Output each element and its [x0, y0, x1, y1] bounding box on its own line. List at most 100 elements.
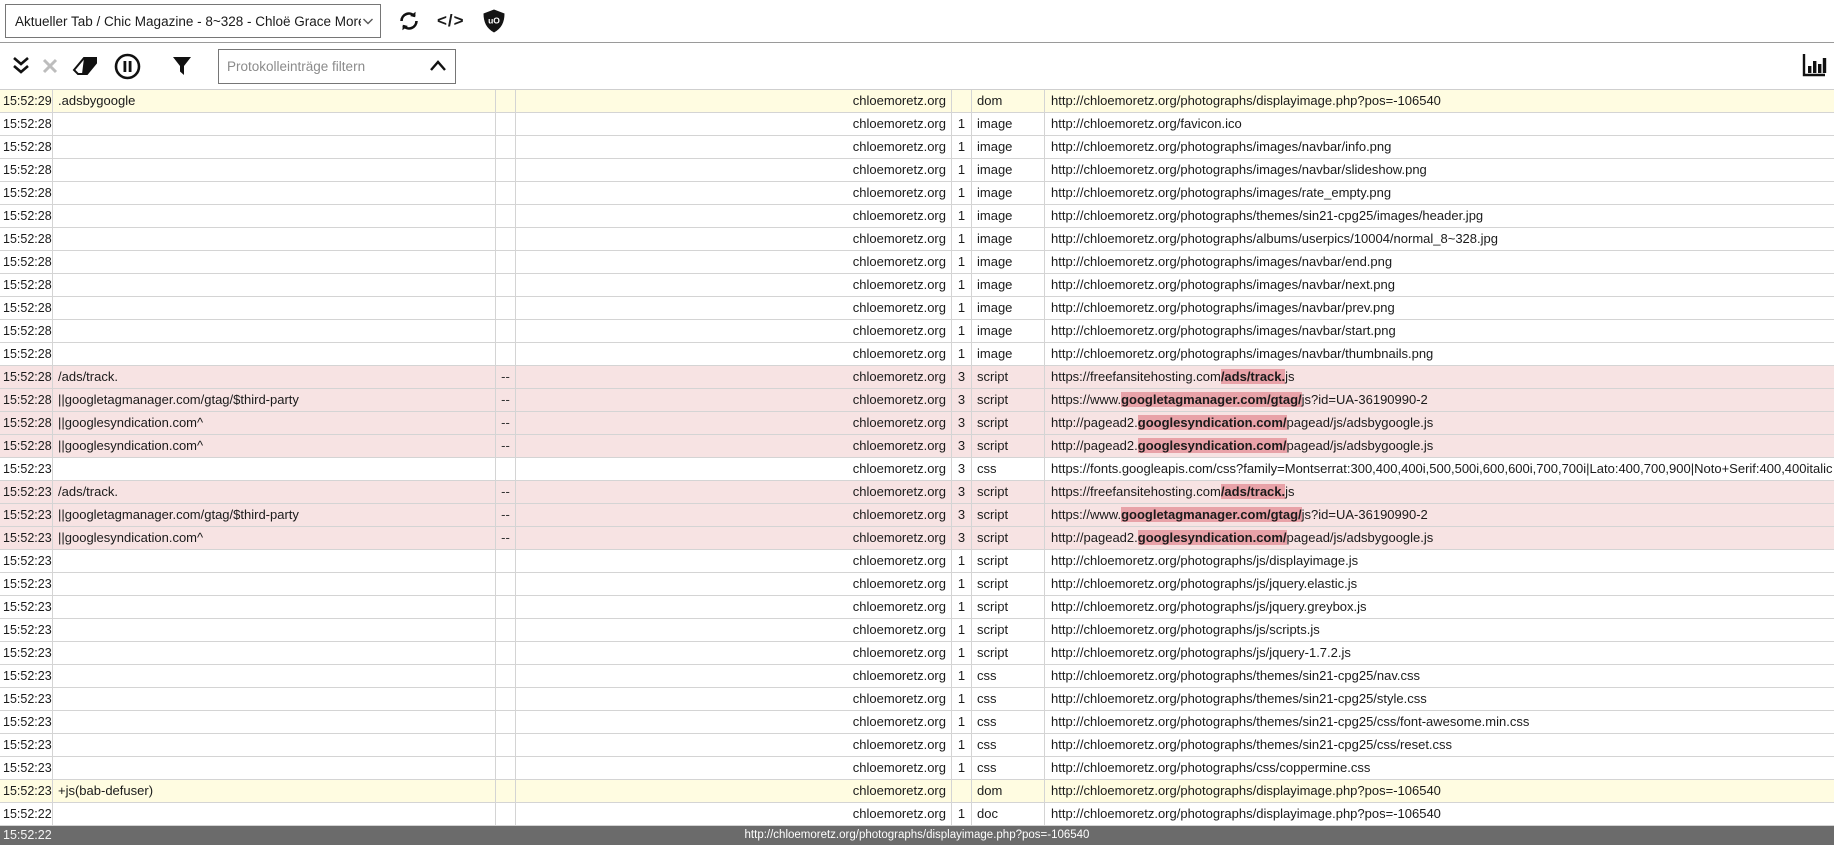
log-row[interactable]: 15:52:28chloemoretz.org1imagehttp://chlo… — [0, 182, 1834, 205]
log-row[interactable]: 15:52:22chloemoretz.org1dochttp://chloem… — [0, 803, 1834, 826]
log-row[interactable]: 15:52:28chloemoretz.org1imagehttp://chlo… — [0, 251, 1834, 274]
log-row[interactable]: 15:52:28||googletagmanager.com/gtag/$thi… — [0, 389, 1834, 412]
cell-dash — [496, 573, 516, 595]
cell-count: 1 — [952, 274, 972, 296]
cell-filter — [53, 619, 496, 641]
cell-time: 15:52:28 — [0, 113, 53, 135]
cell-count: 3 — [952, 458, 972, 480]
cell-domain: chloemoretz.org — [516, 688, 952, 710]
clear-log-icon[interactable] — [35, 57, 65, 75]
code-icon[interactable]: </> — [437, 11, 465, 31]
log-row[interactable]: 15:52:28||googlesyndication.com^--chloem… — [0, 412, 1834, 435]
log-filter-input[interactable] — [219, 59, 421, 74]
cell-url: http://chloemoretz.org/photographs/js/di… — [1045, 550, 1834, 572]
log-row[interactable]: 15:52:28chloemoretz.org1imagehttp://chlo… — [0, 343, 1834, 366]
cell-url: http://chloemoretz.org/photographs/theme… — [1045, 734, 1834, 756]
ublock-shield-icon[interactable]: uO — [481, 8, 507, 34]
cell-url: http://chloemoretz.org/photographs/js/jq… — [1045, 596, 1834, 618]
eraser-icon[interactable] — [65, 54, 105, 78]
log-row[interactable]: 15:52:23chloemoretz.org3csshttps://fonts… — [0, 458, 1834, 481]
cell-domain: chloemoretz.org — [516, 90, 952, 112]
page-load-bar[interactable]: 15:52:22 http://chloemoretz.org/photogra… — [0, 826, 1834, 845]
cell-domain: chloemoretz.org — [516, 573, 952, 595]
cell-time: 15:52:23 — [0, 458, 53, 480]
cell-type: image — [972, 320, 1045, 342]
cell-filter: ||googletagmanager.com/gtag/$third-party — [53, 389, 496, 411]
cell-count: 1 — [952, 711, 972, 733]
chevron-down-icon — [361, 14, 375, 28]
cell-count — [952, 780, 972, 802]
cell-filter: +js(bab-defuser) — [53, 780, 496, 802]
log-row[interactable]: 15:52:23chloemoretz.org1scripthttp://chl… — [0, 596, 1834, 619]
cell-count: 1 — [952, 159, 972, 181]
cell-type: doc — [972, 803, 1045, 825]
cell-url: https://freefansitehosting.com/ads/track… — [1045, 481, 1834, 503]
cell-time: 15:52:28 — [0, 274, 53, 296]
cell-count: 1 — [952, 596, 972, 618]
cell-type: image — [972, 228, 1045, 250]
cell-count: 1 — [952, 343, 972, 365]
log-row[interactable]: 15:52:23chloemoretz.org1csshttp://chloem… — [0, 734, 1834, 757]
cell-domain: chloemoretz.org — [516, 343, 952, 365]
log-row[interactable]: 15:52:28chloemoretz.org1imagehttp://chlo… — [0, 113, 1834, 136]
log-row[interactable]: 15:52:28chloemoretz.org1imagehttp://chlo… — [0, 297, 1834, 320]
cell-time: 15:52:28 — [0, 366, 53, 388]
cell-count: 3 — [952, 527, 972, 549]
log-row[interactable]: 15:52:28||googlesyndication.com^--chloem… — [0, 435, 1834, 458]
log-row[interactable]: 15:52:28/ads/track.--chloemoretz.org3scr… — [0, 366, 1834, 389]
cell-url: http://chloemoretz.org/photographs/image… — [1045, 297, 1834, 319]
log-row[interactable]: 15:52:28chloemoretz.org1imagehttp://chlo… — [0, 205, 1834, 228]
log-row[interactable]: 15:52:23||googlesyndication.com^--chloem… — [0, 527, 1834, 550]
cell-type: css — [972, 711, 1045, 733]
cell-dash — [496, 711, 516, 733]
cell-domain: chloemoretz.org — [516, 665, 952, 687]
cell-dash — [496, 113, 516, 135]
log-row[interactable]: 15:52:28chloemoretz.org1imagehttp://chlo… — [0, 159, 1834, 182]
log-row[interactable]: 15:52:23chloemoretz.org1csshttp://chloem… — [0, 711, 1834, 734]
cell-filter: .adsbygoogle — [53, 90, 496, 112]
log-row[interactable]: 15:52:29.adsbygooglechloemoretz.orgdomht… — [0, 90, 1834, 113]
cell-dash: -- — [496, 435, 516, 457]
caret-up-icon[interactable] — [421, 59, 455, 73]
cell-url: http://chloemoretz.org/photographs/js/sc… — [1045, 619, 1834, 641]
cell-count: 1 — [952, 573, 972, 595]
cell-time: 15:52:28 — [0, 435, 53, 457]
log-row[interactable]: 15:52:23chloemoretz.org1scripthttp://chl… — [0, 550, 1834, 573]
refresh-icon[interactable] — [397, 9, 421, 33]
collapse-all-icon[interactable] — [7, 55, 35, 77]
log-row[interactable]: 15:52:23chloemoretz.org1scripthttp://chl… — [0, 573, 1834, 596]
cell-dash: -- — [496, 412, 516, 434]
log-row[interactable]: 15:52:23+js(bab-defuser)chloemoretz.orgd… — [0, 780, 1834, 803]
log-row[interactable]: 15:52:28chloemoretz.org1imagehttp://chlo… — [0, 274, 1834, 297]
cell-count: 1 — [952, 642, 972, 664]
log-row[interactable]: 15:52:23chloemoretz.org1scripthttp://chl… — [0, 619, 1834, 642]
cell-url: https://www.googletagmanager.com/gtag/js… — [1045, 389, 1834, 411]
log-row[interactable]: 15:52:23/ads/track.--chloemoretz.org3scr… — [0, 481, 1834, 504]
cell-domain: chloemoretz.org — [516, 159, 952, 181]
cell-domain: chloemoretz.org — [516, 412, 952, 434]
log-row[interactable]: 15:52:23||googletagmanager.com/gtag/$thi… — [0, 504, 1834, 527]
cell-type: image — [972, 182, 1045, 204]
log-row[interactable]: 15:52:23chloemoretz.org1csshttp://chloem… — [0, 665, 1834, 688]
cell-time: 15:52:23 — [0, 504, 53, 526]
log-row[interactable]: 15:52:28chloemoretz.org1imagehttp://chlo… — [0, 228, 1834, 251]
cell-dash — [496, 619, 516, 641]
tab-selector-dropdown[interactable]: Aktueller Tab / Chic Magazine - 8~328 - … — [5, 4, 381, 38]
pause-icon[interactable] — [105, 53, 149, 80]
cell-type: script — [972, 366, 1045, 388]
filter-funnel-icon[interactable] — [165, 55, 199, 77]
cell-count: 1 — [952, 803, 972, 825]
cell-filter — [53, 274, 496, 296]
cell-filter — [53, 159, 496, 181]
cell-domain: chloemoretz.org — [516, 642, 952, 664]
log-row[interactable]: 15:52:23chloemoretz.org1csshttp://chloem… — [0, 688, 1834, 711]
log-row[interactable]: 15:52:28chloemoretz.org1imagehttp://chlo… — [0, 320, 1834, 343]
cell-type: image — [972, 113, 1045, 135]
cell-time: 15:52:28 — [0, 251, 53, 273]
bar-chart-icon[interactable] — [1801, 52, 1827, 78]
cell-dash — [496, 734, 516, 756]
log-row[interactable]: 15:52:28chloemoretz.org1imagehttp://chlo… — [0, 136, 1834, 159]
cell-url: http://chloemoretz.org/photographs/js/jq… — [1045, 573, 1834, 595]
log-row[interactable]: 15:52:23chloemoretz.org1scripthttp://chl… — [0, 642, 1834, 665]
log-row[interactable]: 15:52:23chloemoretz.org1csshttp://chloem… — [0, 757, 1834, 780]
